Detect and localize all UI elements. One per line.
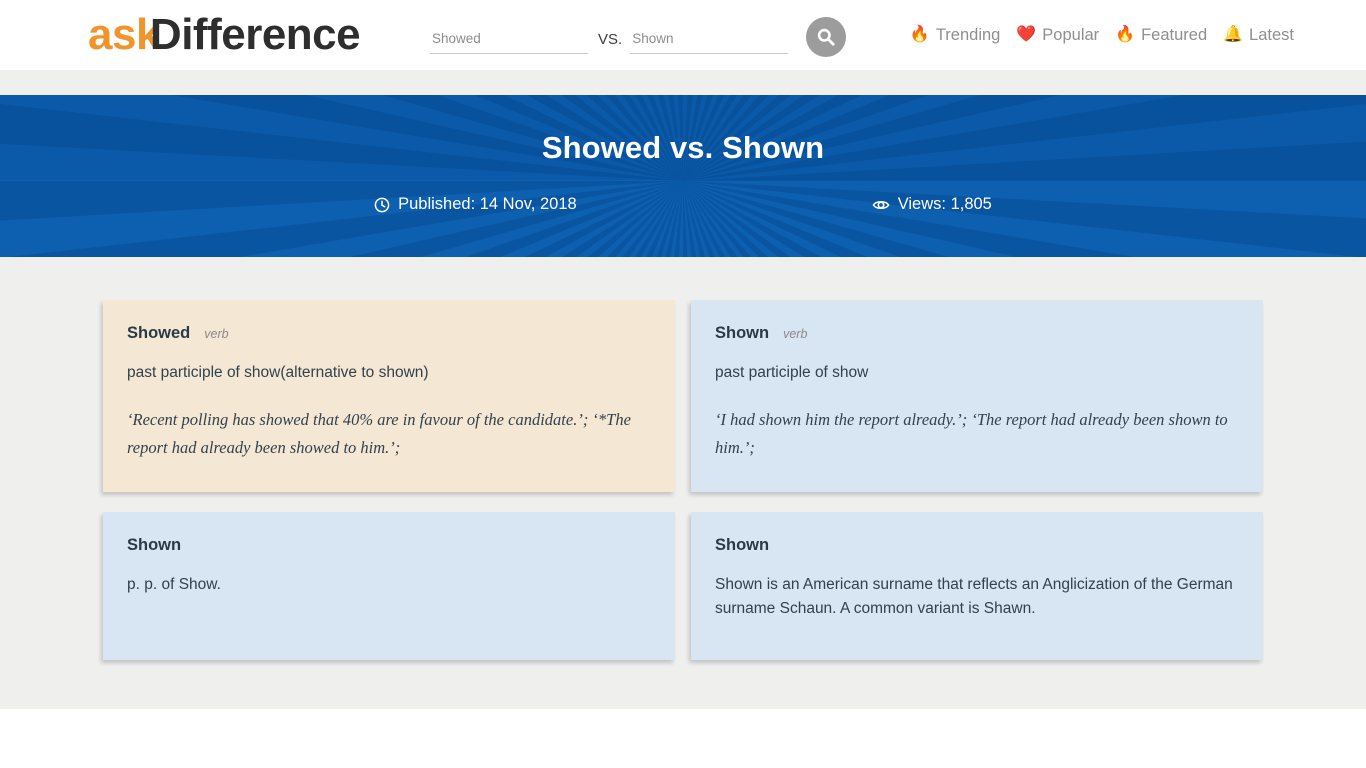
logo-difference-text: Difference xyxy=(149,10,361,59)
card-header: Shown xyxy=(127,536,651,555)
definition-card-shown-surname: Shown Shown is an American surname that … xyxy=(691,512,1263,660)
left-term-input[interactable] xyxy=(430,31,588,54)
header-divider xyxy=(0,70,1366,95)
card-header: Shown xyxy=(715,536,1239,555)
card-header: Showed verb xyxy=(127,324,651,343)
card-examples: ‘I had shown him the report already.’; ‘… xyxy=(715,410,1228,458)
published-meta: Published: 14 Nov, 2018 xyxy=(374,195,577,214)
vs-separator: VS. xyxy=(598,31,623,48)
nav-item-popular[interactable]: ❤️ Popular xyxy=(1016,26,1099,45)
card-definition: p. p. of Show. xyxy=(127,576,221,593)
main-content: Showed verb past participle of show(alte… xyxy=(0,257,1366,709)
hero-meta: Published: 14 Nov, 2018 Views: 1,805 xyxy=(0,195,1366,214)
main-nav: 🔥 Trending ❤️ Popular 🔥 Featured 🔔 Lates… xyxy=(910,0,1294,70)
card-header: Shown verb xyxy=(715,324,1239,343)
nav-item-latest[interactable]: 🔔 Latest xyxy=(1223,26,1294,45)
nav-label-featured: Featured xyxy=(1141,25,1208,44)
card-term: Shown xyxy=(715,536,770,554)
card-term: Shown xyxy=(715,324,770,342)
clock-icon xyxy=(374,197,390,212)
card-definition: past participle of show xyxy=(715,364,869,381)
published-text: Published: 14 Nov, 2018 xyxy=(398,195,577,213)
nav-item-trending[interactable]: 🔥 Trending xyxy=(910,26,1000,45)
card-examples: ‘Recent polling has showed that 40% are … xyxy=(127,410,631,458)
page-title: Showed vs. Shown xyxy=(541,130,825,165)
search-button[interactable] xyxy=(806,17,847,57)
nav-label-popular: Popular xyxy=(1042,25,1100,44)
views-meta: Views: 1,805 xyxy=(872,195,992,214)
nav-label-trending: Trending xyxy=(935,25,1001,44)
heart-icon: ❤️ xyxy=(1016,26,1037,43)
definition-card-shown-verb: Shown verb past participle of show ‘I ha… xyxy=(691,300,1263,492)
sunburst-decoration xyxy=(0,95,1366,257)
card-term: Showed xyxy=(127,324,191,342)
nav-item-featured[interactable]: 🔥 Featured xyxy=(1115,26,1207,45)
views-text: Views: 1,805 xyxy=(897,195,992,213)
card-term: Shown xyxy=(127,536,182,554)
flame-icon: 🔥 xyxy=(1115,26,1136,43)
nav-label-latest: Latest xyxy=(1249,25,1294,44)
search-icon xyxy=(817,28,835,46)
page-footer-area xyxy=(0,709,1366,768)
eye-icon xyxy=(872,200,890,209)
definition-card-showed-verb: Showed verb past participle of show(alte… xyxy=(103,300,675,492)
site-logo[interactable]: askDifference xyxy=(88,8,361,62)
hero-banner: Showed vs. Shown Published: 14 Nov, 2018… xyxy=(0,95,1366,257)
fire-icon: 🔥 xyxy=(909,26,930,43)
card-part-of-speech: verb xyxy=(783,327,808,341)
compare-search-form: VS. xyxy=(430,16,847,57)
card-part-of-speech: verb xyxy=(204,327,229,341)
definition-cards-grid: Showed verb past participle of show(alte… xyxy=(103,300,1263,660)
card-definition: Shown is an American surname that reflec… xyxy=(715,576,1233,618)
right-term-input[interactable] xyxy=(630,31,789,54)
bell-icon: 🔔 xyxy=(1223,26,1244,43)
site-header: askDifference VS. 🔥 Trending ❤️ Popular … xyxy=(0,0,1366,70)
card-definition: past participle of show(alternative to s… xyxy=(127,364,429,381)
definition-card-shown-pp: Shown p. p. of Show. xyxy=(103,512,675,660)
